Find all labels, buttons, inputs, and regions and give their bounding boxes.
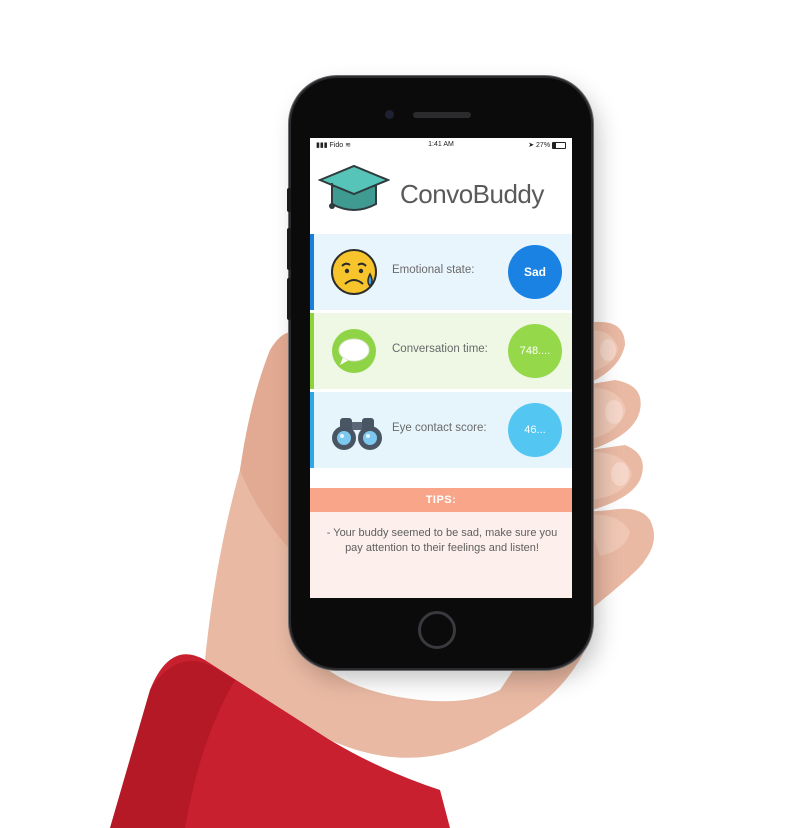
tips-panel: - Your buddy seemed to be sad, make sure… [310, 512, 572, 598]
scene: ▮▮▮ Fido ≋ 1:41 AM ➤ 27% ConvoBuddy Emot… [0, 0, 810, 828]
battery-level [553, 142, 557, 148]
stat-row-eye-contact-score[interactable]: Eye contact score: 46... [310, 392, 572, 468]
row-accent [310, 392, 314, 468]
status-right: ➤ 27% [528, 141, 566, 149]
mute-switch [287, 188, 291, 212]
battery-icon [552, 141, 566, 149]
status-bar: ▮▮▮ Fido ≋ 1:41 AM ➤ 27% [310, 138, 572, 152]
volume-up-button[interactable] [287, 228, 291, 270]
binoculars-icon [332, 418, 382, 450]
row-accent [310, 313, 314, 389]
tips-text: - Your buddy seemed to be sad, make sure… [326, 527, 558, 554]
stat-row-conversation-time[interactable]: Conversation time: 748.... [310, 313, 572, 389]
eye-contact-score-value: 46... [508, 403, 562, 457]
chat-bubble-icon [332, 329, 376, 373]
sad-face-icon [331, 249, 377, 295]
emotional-state-label: Emotional state: [392, 264, 475, 276]
earpiece-speaker [413, 112, 471, 118]
phone-frame: ▮▮▮ Fido ≋ 1:41 AM ➤ 27% ConvoBuddy Emot… [287, 78, 591, 668]
location-icon: ➤ [528, 142, 535, 149]
battery-percent: 27% [536, 142, 551, 149]
conversation-time-value: 748.... [508, 324, 562, 378]
app-screen: ▮▮▮ Fido ≋ 1:41 AM ➤ 27% ConvoBuddy Emot… [310, 138, 572, 598]
conversation-time-label: Conversation time: [392, 343, 488, 355]
graduation-cap-icon [318, 164, 390, 211]
volume-down-button[interactable] [287, 278, 291, 320]
app-title: ConvoBuddy [400, 179, 544, 209]
eye-contact-score-label: Eye contact score: [392, 422, 487, 434]
home-button[interactable] [418, 611, 456, 649]
app-header: ConvoBuddy [310, 154, 572, 234]
row-accent [310, 234, 314, 310]
emotional-state-value: Sad [508, 245, 562, 299]
front-camera [385, 110, 394, 119]
tips-header: TIPS: [310, 488, 572, 512]
stat-row-emotional-state[interactable]: Emotional state: Sad [310, 234, 572, 310]
